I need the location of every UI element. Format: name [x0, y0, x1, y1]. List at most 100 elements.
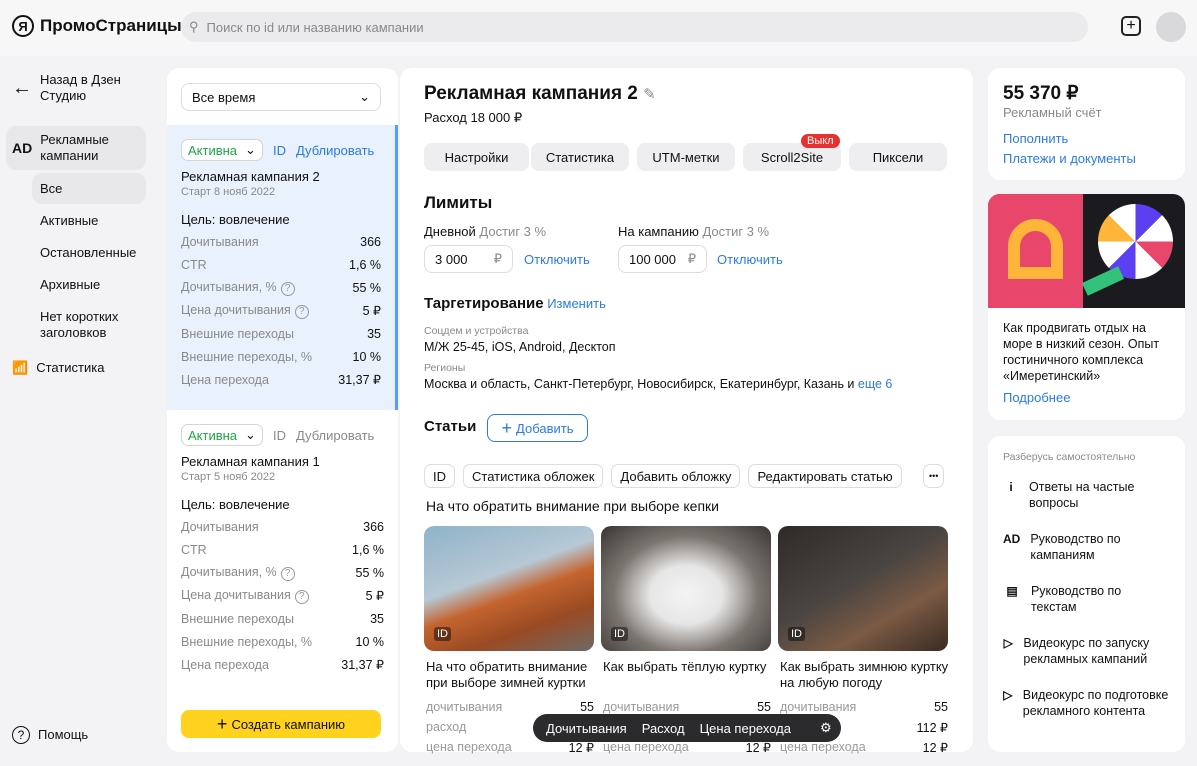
help-item-text: Ответы на частые вопросы — [1029, 480, 1135, 510]
duplicate-link[interactable]: Дублировать — [296, 428, 374, 443]
help-item[interactable]: ▤ Руководство по текстам — [1003, 583, 1170, 635]
article-item[interactable]: Как выбрать зимнюю куртку на любую погод… — [780, 659, 950, 757]
status-dropdown[interactable]: Активна ⌄ — [181, 139, 263, 161]
article-title[interactable]: Как выбрать тёплую куртку — [603, 659, 773, 697]
campaign-card[interactable]: Активна ⌄ ID Дублировать Рекламная кампания… — [167, 125, 398, 410]
stat-label-text: Внешние переходы, % — [181, 349, 313, 364]
sidebar-item-archived[interactable]: Архивные — [32, 269, 146, 300]
period-select[interactable]: Все время ⌄ — [181, 83, 381, 111]
help-icon[interactable]: ? — [280, 281, 295, 296]
article-title[interactable]: На что обратить внимание при выборе зимн… — [426, 659, 596, 697]
more-icon[interactable]: ••• — [923, 464, 945, 488]
add-article-button[interactable]: + Добавить — [487, 414, 588, 442]
stat-label: Цена перехода — [181, 373, 269, 387]
metric-toggle-reads[interactable]: Дочитывания — [546, 721, 627, 736]
campaign-card[interactable]: Активна ⌄ ID Дублировать Рекламная кампания… — [167, 410, 398, 695]
topup-link[interactable]: Пополнить — [1003, 131, 1068, 146]
sliders-icon[interactable]: ⚙ — [820, 720, 832, 736]
plus-icon: + — [501, 417, 513, 438]
stat-label: Дочитывания — [181, 235, 259, 249]
sidebar-item-no-short-titles[interactable]: Нет коротких заголовков — [32, 301, 146, 349]
campaign-limit-input[interactable]: 100 000 ₽ — [618, 245, 707, 273]
help-icon[interactable]: ? — [280, 566, 295, 581]
tab-settings[interactable]: Настройки — [424, 143, 529, 171]
stat-label: Цена перехода — [181, 658, 269, 672]
help-label: Помощь — [38, 727, 89, 742]
stat-label-text: Цена перехода — [181, 657, 269, 672]
logo[interactable]: Я ПромоСтраницы — [12, 15, 182, 37]
sidebar-item-stopped[interactable]: Остановленные — [32, 237, 146, 268]
back-to-studio[interactable]: ← Назад в Дзен Студию — [6, 66, 146, 110]
id-link[interactable]: ID — [273, 428, 286, 443]
create-label: Создать кампанию — [231, 716, 346, 732]
stat-value: 35 — [367, 326, 381, 341]
article-thumbnail[interactable]: ID — [601, 526, 771, 651]
sidebar-item-statistics[interactable]: 📶 Статистика — [6, 354, 146, 382]
back-label: Назад в Дзен Студию — [40, 72, 121, 103]
chevron-down-icon: ⌄ — [245, 427, 256, 442]
metric-toggle-spend[interactable]: Расход — [642, 721, 685, 736]
article-item[interactable]: На что обратить внимание при выборе зимн… — [426, 659, 596, 757]
tab-statistics[interactable]: Статистика — [531, 143, 629, 171]
create-button[interactable]: + — [1121, 16, 1141, 36]
article-thumbnail[interactable]: ID — [424, 526, 594, 651]
article-item[interactable]: Как выбрать тёплую курткудочитывания55ра… — [603, 659, 773, 757]
chip-add-cover[interactable]: Добавить обложку — [611, 464, 741, 488]
help-item[interactable]: ▷ Видеокурс по запуску рекламных кампаний — [1003, 635, 1170, 687]
chip-edit-article[interactable]: Редактировать статью — [748, 464, 902, 488]
spend-text: Расход 18 000 ₽ — [424, 110, 523, 125]
duplicate-link[interactable]: Дублировать — [296, 143, 374, 158]
help-item[interactable]: i Ответы на частые вопросы — [1003, 479, 1170, 531]
help-icon[interactable]: ? — [294, 304, 309, 319]
tab-utm[interactable]: UTM-метки — [637, 143, 735, 171]
promo-card[interactable]: Как продвигать отдых на море в низкий се… — [988, 194, 1185, 420]
help-card: Разберусь самостоятельно i Ответы на част… — [988, 436, 1185, 752]
title-text: Рекламная кампания 2 — [424, 83, 638, 104]
search-input[interactable]: ⚲ Поиск по id или названию кампании — [181, 12, 1088, 42]
article-title[interactable]: Как выбрать зимнюю куртку на любую погод… — [780, 659, 950, 697]
devices-label: Соцдем и устройства — [424, 325, 529, 337]
chip-cover-stats[interactable]: Статистика обложек — [463, 464, 604, 488]
status-dropdown[interactable]: Активна ⌄ — [181, 424, 263, 446]
stat-label-text: Внешние переходы — [181, 326, 294, 341]
payments-link[interactable]: Платежи и документы — [1003, 151, 1136, 166]
stat-row: Дочитывания, %? 55 % — [181, 561, 384, 584]
status-label: Активна — [188, 142, 238, 158]
article-thumbnail[interactable]: ID — [778, 526, 948, 651]
help-icon[interactable]: ? — [294, 589, 309, 604]
tab-pixels[interactable]: Пиксели — [849, 143, 947, 171]
daily-limit-input[interactable]: 3 000 ₽ — [424, 245, 513, 273]
stat-label-text: CTR — [181, 542, 207, 557]
metric-label: расход — [426, 720, 467, 734]
stat-label-text: Цена дочитывания — [181, 587, 291, 602]
promo-more-link[interactable]: Подробнее — [988, 384, 1185, 405]
avatar[interactable] — [1156, 12, 1186, 42]
stat-label-text: Цена дочитывания — [181, 302, 291, 317]
create-campaign-button[interactable]: + Создать кампанию — [181, 710, 381, 738]
help-item[interactable]: ▷ Видеокурс по подготовке рекламного конт… — [1003, 687, 1170, 747]
promo-text: Как продвигать отдых на море в низкий се… — [1003, 321, 1160, 383]
arrow-left-icon: ← — [12, 77, 32, 99]
disable-daily-link[interactable]: Отключить — [524, 252, 590, 267]
metric-label: цена перехода — [426, 740, 512, 754]
help-title: Разберусь самостоятельно — [1003, 451, 1136, 463]
id-link[interactable]: ID — [273, 143, 286, 158]
off-badge: Выкл — [801, 134, 840, 148]
stat-value: 55 % — [352, 280, 382, 295]
more-regions-link[interactable]: еще 6 — [858, 377, 892, 391]
sidebar-item-campaigns[interactable]: AD Рекламные кампании — [6, 126, 146, 170]
stat-value: 5 ₽ — [362, 304, 381, 318]
stat-value: 366 — [360, 234, 381, 249]
disable-campaign-link[interactable]: Отключить — [717, 252, 783, 267]
stat-label: Дочитывания, %? — [181, 565, 295, 581]
help-link[interactable]: ? Помощь — [6, 720, 146, 750]
campaign-value: 100 000 — [629, 251, 676, 267]
help-item[interactable]: AD Руководство по кампаниям — [1003, 531, 1170, 583]
sidebar-item-active[interactable]: Активные — [32, 205, 146, 236]
chip-id[interactable]: ID — [424, 464, 455, 488]
sidebar-item-all[interactable]: Все — [32, 173, 146, 204]
edit-targeting-link[interactable]: Изменить — [547, 296, 606, 311]
metric-label: дочитывания — [603, 700, 680, 714]
pencil-icon[interactable]: ✎ — [643, 86, 656, 103]
metric-toggle-click-price[interactable]: Цена перехода — [700, 721, 791, 736]
